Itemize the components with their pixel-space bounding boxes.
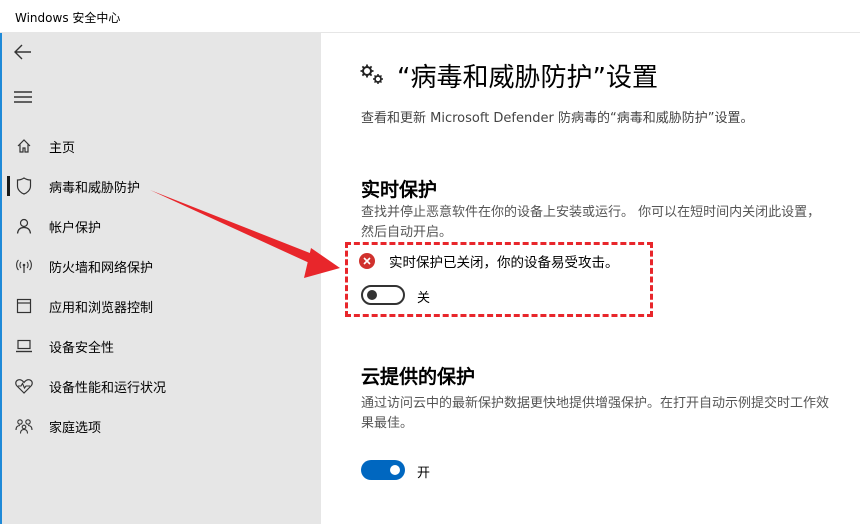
sidebar-item-firewall[interactable]: 防火墙和网络保护 bbox=[2, 247, 321, 285]
heart-pulse-icon bbox=[14, 376, 34, 396]
alert-text: 实时保护已关闭，你的设备易受攻击。 bbox=[389, 255, 619, 271]
sidebar-item-label: 帐户保护 bbox=[49, 220, 102, 236]
shield-icon bbox=[14, 176, 34, 196]
back-arrow-icon[interactable] bbox=[11, 40, 35, 64]
cloud-description: 通过访问云中的最新保护数据更快地提供增强保护。在打开自动示例提交时工作效果最佳。 bbox=[361, 396, 830, 431]
realtime-alert: 实时保护已关闭，你的设备易受攻击。 bbox=[359, 251, 619, 271]
wireless-antenna-icon bbox=[14, 256, 34, 276]
sidebar-item-label: 设备安全性 bbox=[49, 340, 115, 356]
sidebar-item-label: 防火墙和网络保护 bbox=[49, 260, 154, 276]
sidebar-item-device-health[interactable]: 设备性能和运行状况 bbox=[2, 367, 321, 405]
main-content: “病毒和威胁防护”设置 查看和更新 Microsoft Defender 防病毒… bbox=[321, 33, 860, 524]
page-title: “病毒和威胁防护”设置 bbox=[397, 63, 658, 93]
sidebar-item-app-browser[interactable]: 应用和浏览器控制 bbox=[2, 287, 321, 325]
toggle-knob bbox=[367, 290, 377, 300]
realtime-heading: 实时保护 bbox=[361, 179, 438, 201]
cloud-toggle-label: 开 bbox=[417, 466, 431, 481]
realtime-toggle-label: 关 bbox=[417, 291, 431, 306]
sidebar-item-family[interactable]: 家庭选项 bbox=[2, 407, 321, 445]
sidebar-item-label: 主页 bbox=[49, 140, 76, 156]
cloud-toggle[interactable] bbox=[361, 460, 405, 480]
app-window-icon bbox=[14, 296, 34, 316]
realtime-description: 查找并停止恶意软件在你的设备上安装或运行。 你可以在短时间内关闭此设置，然后自动… bbox=[361, 205, 821, 240]
sidebar-item-label: 设备性能和运行状况 bbox=[49, 380, 167, 396]
window-title: Windows 安全中心 bbox=[15, 11, 121, 25]
family-icon bbox=[14, 416, 34, 436]
title-bar: Windows 安全中心 bbox=[0, 0, 860, 33]
toggle-knob bbox=[390, 465, 400, 475]
realtime-toggle[interactable] bbox=[361, 285, 405, 305]
hamburger-menu-icon[interactable] bbox=[11, 85, 35, 109]
page-subtitle: 查看和更新 Microsoft Defender 防病毒的“病毒和威胁防护”设置… bbox=[361, 111, 754, 126]
cloud-heading: 云提供的保护 bbox=[361, 366, 476, 388]
sidebar-item-account[interactable]: 帐户保护 bbox=[2, 207, 321, 245]
gears-icon bbox=[360, 64, 383, 84]
active-indicator bbox=[7, 176, 10, 196]
sidebar: 主页 病毒和威胁防护 帐户保护 防火墙和网络保护 应用和浏览器控制 设备安全性 bbox=[0, 33, 321, 524]
home-icon bbox=[14, 136, 34, 156]
error-x-icon bbox=[359, 253, 375, 269]
sidebar-item-home[interactable]: 主页 bbox=[2, 127, 321, 165]
laptop-icon bbox=[14, 336, 34, 356]
sidebar-item-label: 家庭选项 bbox=[49, 420, 102, 436]
person-icon bbox=[14, 216, 34, 236]
sidebar-item-virus-protection[interactable]: 病毒和威胁防护 bbox=[2, 167, 321, 205]
sidebar-item-label: 病毒和威胁防护 bbox=[49, 180, 141, 196]
sidebar-item-label: 应用和浏览器控制 bbox=[49, 300, 154, 316]
sidebar-item-device-security[interactable]: 设备安全性 bbox=[2, 327, 321, 365]
